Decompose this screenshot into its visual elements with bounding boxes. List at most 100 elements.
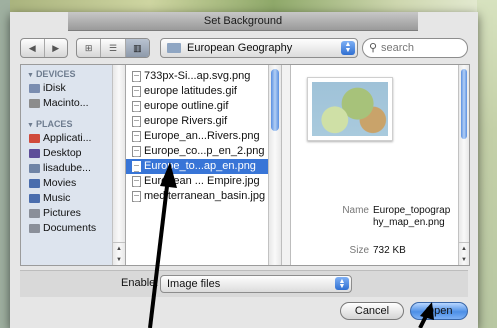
applications-icon	[29, 134, 40, 143]
view-mode-control: ⊞ ☰ ▥	[76, 38, 150, 58]
disclosure-triangle-icon: ▼	[27, 72, 34, 79]
preview-column: Name Europe_topography_map_en.png Size 7…	[291, 65, 469, 265]
file-browser: ▼ DEVICES iDisk Macinto... ▼ PLACES Applic…	[20, 64, 470, 266]
preview-scrollbar[interactable]: ▲ ▼	[458, 65, 469, 265]
sidebar-section-places[interactable]: ▼ PLACES	[21, 119, 125, 131]
sidebar-item-label: Music	[43, 192, 71, 204]
sidebar-item-movies[interactable]: Movies	[21, 176, 125, 191]
sidebar-item-desktop[interactable]: Desktop	[21, 146, 125, 161]
sidebar-item-pictures[interactable]: Pictures	[21, 206, 125, 221]
back-forward-control: ◀ ▶	[20, 38, 68, 58]
enable-popup[interactable]: Image files ▲ ▼	[160, 275, 352, 293]
file-column: 733px-Si...ap.svg.png europe latitudes.g…	[126, 65, 282, 265]
search-field[interactable]: ⚲ search	[362, 38, 468, 58]
document-icon	[132, 71, 141, 82]
sidebar-item-home[interactable]: lisadube...	[21, 161, 125, 176]
document-icon	[132, 161, 141, 172]
list-view-icon[interactable]: ☰	[101, 39, 126, 57]
search-icon: ⚲	[369, 42, 378, 54]
sidebar-item-idisk[interactable]: iDisk	[21, 81, 125, 96]
sidebar-scrollbar[interactable]: ▲ ▼	[112, 65, 125, 265]
scroll-arrows[interactable]: ▲ ▼	[113, 242, 125, 265]
desktop-background-right	[477, 0, 497, 328]
file-item[interactable]: mediterranean_basin.jpg	[126, 189, 281, 204]
sidebar-item-label: Pictures	[43, 207, 81, 219]
file-name: Europe_co...p_en_2.png	[144, 145, 265, 157]
sidebar-item-music[interactable]: Music	[21, 191, 125, 206]
file-name: European ... Empire.jpg	[144, 175, 260, 187]
document-icon	[132, 86, 141, 97]
sidebar-item-label: Applicati...	[43, 132, 92, 144]
desktop-icon	[29, 149, 40, 158]
size-label: Size	[349, 245, 369, 256]
file-name: europe latitudes.gif	[144, 85, 237, 97]
name-label: Name	[342, 205, 369, 216]
scroll-arrows[interactable]: ▲ ▼	[459, 242, 469, 265]
documents-icon	[29, 224, 40, 233]
sidebar-item-label: iDisk	[43, 82, 66, 94]
scroll-up-icon[interactable]: ▲	[461, 246, 467, 252]
devices-header: DEVICES	[35, 69, 76, 79]
document-icon	[132, 146, 141, 157]
file-item[interactable]: European ... Empire.jpg	[126, 174, 281, 189]
sidebar-item-documents[interactable]: Documents	[21, 221, 125, 236]
home-icon	[29, 164, 40, 173]
scroll-up-icon[interactable]: ▲	[116, 246, 122, 252]
sidebar-item-label: lisadube...	[43, 162, 91, 174]
europe-map-image	[312, 82, 388, 136]
preview-thumbnail	[307, 77, 393, 141]
file-name: europe outline.gif	[144, 100, 229, 112]
file-item[interactable]: europe Rivers.gif	[126, 114, 281, 129]
folder-icon	[167, 43, 181, 53]
file-column-scrollbar[interactable]	[268, 65, 281, 265]
scroll-thumb[interactable]	[271, 69, 279, 131]
file-item[interactable]: Europe_co...p_en_2.png	[126, 144, 281, 159]
location-label: European Geography	[187, 42, 293, 54]
file-item[interactable]: europe latitudes.gif	[126, 84, 281, 99]
column-view-icon[interactable]: ▥	[125, 39, 149, 57]
chevron-updown-icon: ▲ ▼	[335, 277, 349, 290]
forward-arrow-icon[interactable]: ▶	[45, 39, 68, 57]
format-area: Enable: Image files ▲ ▼	[20, 270, 468, 297]
file-name: 733px-Si...ap.svg.png	[144, 70, 251, 82]
scroll-down-icon[interactable]: ▼	[116, 257, 122, 263]
document-icon	[132, 176, 141, 187]
file-name: Europe_an...Rivers.png	[144, 130, 260, 142]
movies-icon	[29, 179, 40, 188]
sidebar-item-label: Movies	[43, 177, 77, 189]
search-placeholder: search	[381, 42, 415, 54]
file-name: Europe_to...ap_en.png	[144, 160, 256, 172]
file-item[interactable]: europe outline.gif	[126, 99, 281, 114]
hard-drive-icon	[29, 99, 40, 108]
sidebar-item-label: Macinto...	[43, 97, 89, 109]
dialog-title: Set Background	[68, 12, 418, 31]
open-button[interactable]: Open	[410, 302, 468, 320]
enable-label: Enable:	[121, 277, 159, 289]
sidebar-item-applications[interactable]: Applicati...	[21, 131, 125, 146]
preview-metadata: Name Europe_topography_map_en.png Size 7…	[331, 205, 463, 258]
enable-value: Image files	[167, 278, 221, 290]
file-name: europe Rivers.gif	[144, 115, 228, 127]
location-popup[interactable]: European Geography ▲ ▼	[160, 38, 358, 58]
desktop-background-left	[0, 0, 10, 328]
scroll-thumb[interactable]	[461, 69, 467, 139]
music-icon	[29, 194, 40, 203]
scroll-down-icon[interactable]: ▼	[461, 257, 467, 263]
name-value: Europe_topography_map_en.png	[373, 205, 451, 228]
file-item-selected[interactable]: Europe_to...ap_en.png	[126, 159, 281, 174]
sidebar: ▼ DEVICES iDisk Macinto... ▼ PLACES Applic…	[21, 65, 126, 265]
places-header: PLACES	[35, 119, 73, 129]
file-item[interactable]: Europe_an...Rivers.png	[126, 129, 281, 144]
file-name: mediterranean_basin.jpg	[144, 190, 266, 202]
back-arrow-icon[interactable]: ◀	[21, 39, 45, 57]
column-divider[interactable]	[282, 65, 291, 265]
sidebar-section-devices[interactable]: ▼ DEVICES	[21, 69, 125, 81]
icon-view-icon[interactable]: ⊞	[77, 39, 102, 57]
disclosure-triangle-icon: ▼	[27, 122, 34, 129]
cancel-button[interactable]: Cancel	[340, 302, 404, 320]
sidebar-item-macintosh[interactable]: Macinto...	[21, 96, 125, 111]
sidebar-item-label: Desktop	[43, 147, 82, 159]
idisk-icon	[29, 84, 40, 93]
document-icon	[132, 191, 141, 202]
file-item[interactable]: 733px-Si...ap.svg.png	[126, 69, 281, 84]
